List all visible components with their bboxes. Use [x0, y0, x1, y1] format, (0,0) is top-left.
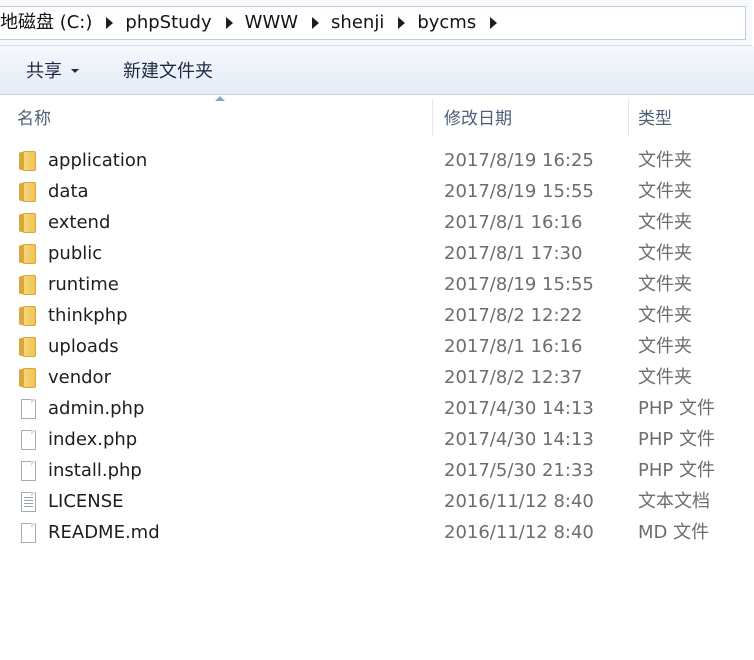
column-divider[interactable] [432, 98, 433, 136]
file-type: 文件夹 [638, 336, 692, 357]
breadcrumb-arrow-icon[interactable] [490, 17, 498, 29]
file-name: runtime [48, 274, 119, 295]
column-header-name[interactable]: 名称 [17, 95, 51, 137]
file-date: 2017/4/30 14:13 [444, 429, 594, 450]
file-row[interactable]: uploads 2017/8/1 16:16 文件夹 [0, 331, 754, 362]
file-date: 2017/8/19 16:25 [444, 150, 594, 171]
file-date: 2016/11/12 8:40 [444, 522, 594, 543]
file-icon [18, 399, 40, 419]
file-name: install.php [48, 460, 142, 481]
file-row[interactable]: index.php 2017/4/30 14:13 PHP 文件 [0, 424, 754, 455]
file-icon [18, 430, 40, 450]
file-date: 2017/8/1 17:30 [444, 243, 583, 264]
file-row[interactable]: runtime 2017/8/19 15:55 文件夹 [0, 269, 754, 300]
file-icon [18, 461, 40, 481]
folder-icon [18, 151, 40, 171]
breadcrumb-arrow-icon[interactable] [106, 17, 114, 29]
folder-icon [18, 182, 40, 202]
command-bar: 共享 新建文件夹 [0, 46, 754, 95]
file-date: 2017/8/2 12:37 [444, 367, 583, 388]
new-folder-button-label: 新建文件夹 [123, 61, 213, 82]
file-row[interactable]: admin.php 2017/4/30 14:13 PHP 文件 [0, 393, 754, 424]
file-row[interactable]: vendor 2017/8/2 12:37 文件夹 [0, 362, 754, 393]
breadcrumb-bycms[interactable]: bycms [417, 7, 476, 39]
folder-icon [18, 275, 40, 295]
file-date: 2017/5/30 21:33 [444, 460, 594, 481]
breadcrumb-drive[interactable]: 地磁盘 (C:) [0, 7, 92, 39]
file-type: PHP 文件 [638, 460, 715, 481]
file-row[interactable]: LICENSE 2016/11/12 8:40 文本文档 [0, 486, 754, 517]
file-name: LICENSE [48, 491, 124, 512]
file-name: README.md [48, 522, 160, 543]
folder-icon [18, 213, 40, 233]
file-date: 2017/8/19 15:55 [444, 181, 594, 202]
file-date: 2017/8/1 16:16 [444, 212, 583, 233]
sort-ascending-icon [215, 96, 225, 101]
file-name: extend [48, 212, 111, 233]
file-name: data [48, 181, 89, 202]
file-row[interactable]: README.md 2016/11/12 8:40 MD 文件 [0, 517, 754, 548]
file-row[interactable]: application 2017/8/19 16:25 文件夹 [0, 145, 754, 176]
breadcrumb-shenji[interactable]: shenji [331, 7, 384, 39]
file-name: uploads [48, 336, 119, 357]
column-header-type[interactable]: 类型 [638, 95, 672, 137]
address-bar: 地磁盘 (C:) phpStudy WWW shenji bycms [0, 0, 752, 46]
file-type: 文件夹 [638, 243, 692, 264]
file-name: admin.php [48, 398, 145, 419]
file-type: MD 文件 [638, 522, 710, 543]
file-list: application 2017/8/19 16:25 文件夹 data 2017/8/… [0, 145, 754, 548]
file-type: 文件夹 [638, 181, 692, 202]
file-type: PHP 文件 [638, 398, 715, 419]
folder-icon [18, 368, 40, 388]
file-row[interactable]: public 2017/8/1 17:30 文件夹 [0, 238, 754, 269]
folder-icon [18, 306, 40, 326]
column-header-row: 名称 修改日期 类型 [0, 95, 754, 137]
file-type: 文件夹 [638, 367, 692, 388]
file-name: public [48, 243, 103, 264]
breadcrumb-www[interactable]: WWW [245, 7, 298, 39]
file-row[interactable]: thinkphp 2017/8/2 12:22 文件夹 [0, 300, 754, 331]
folder-icon [18, 337, 40, 357]
file-name: application [48, 150, 148, 171]
text-file-icon [18, 492, 40, 512]
file-type: 文件夹 [638, 274, 692, 295]
file-type: 文件夹 [638, 150, 692, 171]
file-name: vendor [48, 367, 111, 388]
share-button-label: 共享 [26, 61, 62, 82]
dropdown-arrow-icon [71, 69, 79, 73]
file-type: PHP 文件 [638, 429, 715, 450]
file-date: 2017/8/19 15:55 [444, 274, 594, 295]
file-row[interactable]: data 2017/8/19 15:55 文件夹 [0, 176, 754, 207]
file-name: index.php [48, 429, 138, 450]
share-button[interactable]: 共享 [26, 46, 79, 94]
file-type: 文件夹 [638, 212, 692, 233]
file-row[interactable]: extend 2017/8/1 16:16 文件夹 [0, 207, 754, 238]
new-folder-button[interactable]: 新建文件夹 [123, 46, 213, 94]
file-date: 2017/8/2 12:22 [444, 305, 583, 326]
breadcrumb-arrow-icon[interactable] [312, 17, 320, 29]
breadcrumb-arrow-icon[interactable] [398, 17, 406, 29]
file-row[interactable]: install.php 2017/5/30 21:33 PHP 文件 [0, 455, 754, 486]
column-divider[interactable] [628, 98, 629, 136]
file-date: 2017/8/1 16:16 [444, 336, 583, 357]
file-type: 文件夹 [638, 305, 692, 326]
file-name: thinkphp [48, 305, 128, 326]
breadcrumb-arrow-icon[interactable] [225, 17, 233, 29]
file-date: 2017/4/30 14:13 [444, 398, 594, 419]
breadcrumb[interactable]: 地磁盘 (C:) phpStudy WWW shenji bycms [0, 6, 746, 40]
column-header-date[interactable]: 修改日期 [444, 95, 512, 137]
file-icon [18, 523, 40, 543]
file-date: 2016/11/12 8:40 [444, 491, 594, 512]
folder-icon [18, 244, 40, 264]
breadcrumb-phpstudy[interactable]: phpStudy [125, 7, 211, 39]
file-type: 文本文档 [638, 491, 710, 512]
